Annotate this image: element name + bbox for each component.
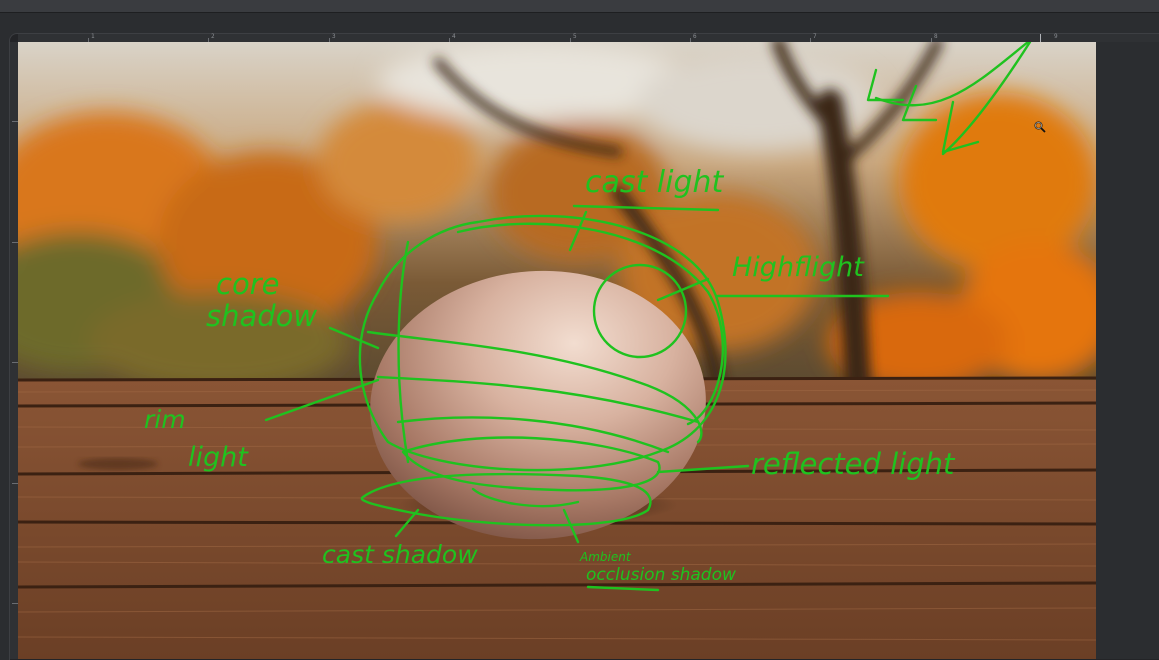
label-ambient-line2: occlusion shadow [586, 565, 736, 585]
ruler-number: 7 [813, 33, 817, 40]
ruler-number: 4 [452, 33, 456, 40]
label-core-shadow-line1: core [216, 267, 279, 301]
label-highlight: Highflight [732, 252, 865, 283]
ruler-number: 1 [91, 33, 95, 40]
canvas-gutter [1096, 42, 1159, 659]
app-top-bar [0, 0, 1159, 13]
ruler-number: 6 [693, 33, 697, 40]
label-rim-light-line1: rim [144, 405, 186, 434]
label-rim-light-line2: light [188, 442, 249, 473]
ruler-number: 8 [934, 33, 938, 40]
ruler-guide-marker [1040, 34, 1041, 42]
label-ambient-line1: Ambient [579, 550, 632, 564]
painting: cast light Highflight core shadow rim li… [18, 42, 1096, 659]
label-reflected-light: reflected light [751, 447, 956, 481]
image-canvas[interactable]: cast light Highflight core shadow rim li… [18, 42, 1096, 659]
zoom-cursor-icon [1034, 118, 1046, 137]
ruler-number: 5 [573, 33, 577, 40]
label-cast-shadow: cast shadow [322, 540, 478, 569]
label-core-shadow-line2: shadow [206, 299, 317, 333]
label-cast-light: cast light [585, 165, 725, 200]
ruler-number: 3 [332, 33, 336, 40]
ruler-number: 9 [1054, 33, 1058, 40]
ruler-number: 2 [211, 33, 215, 40]
